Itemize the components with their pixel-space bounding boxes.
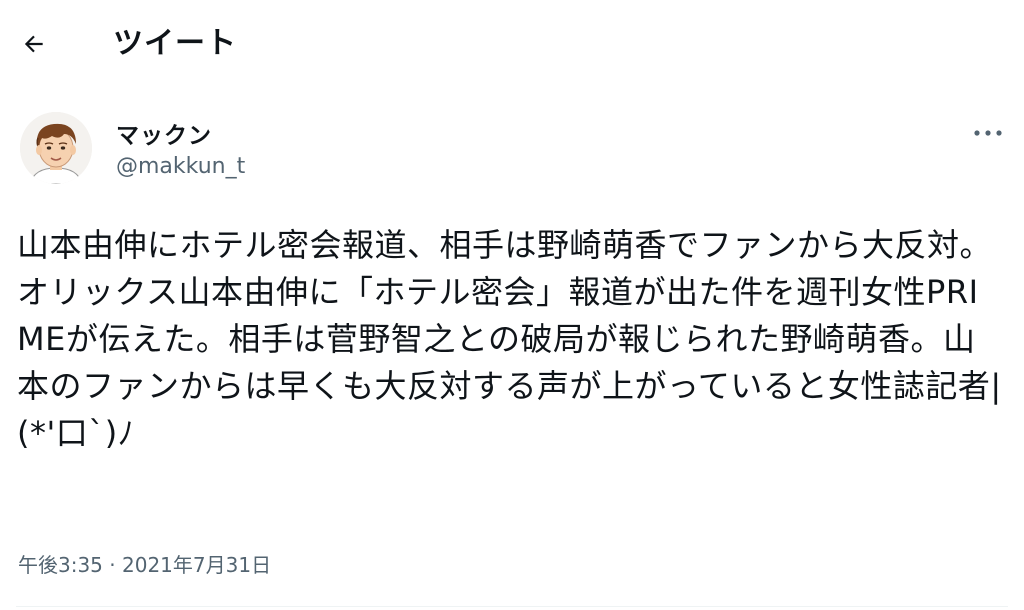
tweet-text: 山本由伸にホテル密会報道、相手は野崎萌香でファンから大反対。オリックス山本由伸に… — [17, 226, 1002, 452]
avatar[interactable] — [20, 112, 92, 184]
more-horizontal-icon — [974, 130, 1002, 136]
back-button[interactable] — [12, 22, 56, 66]
meta-separator: · — [109, 553, 116, 577]
more-button[interactable] — [966, 118, 1010, 148]
author-handle[interactable]: @makkun_t — [116, 154, 245, 179]
tweet-page: ツイート マックン @makkun_t 山本由伸にホテル密会報道、相手は野崎萌香… — [0, 0, 1024, 610]
page-title: ツイート — [113, 26, 237, 61]
author-display-name[interactable]: マックン — [116, 116, 212, 150]
avatar-illustration — [20, 112, 92, 184]
tweet-time[interactable]: 午後3:35 — [18, 553, 103, 577]
divider — [16, 606, 1008, 607]
top-bar: ツイート — [0, 0, 1024, 88]
tweet-meta: 午後3:35 · 2021年7月31日 — [18, 549, 271, 578]
back-arrow-icon — [24, 35, 43, 53]
tweet-date[interactable]: 2021年7月31日 — [122, 553, 271, 577]
